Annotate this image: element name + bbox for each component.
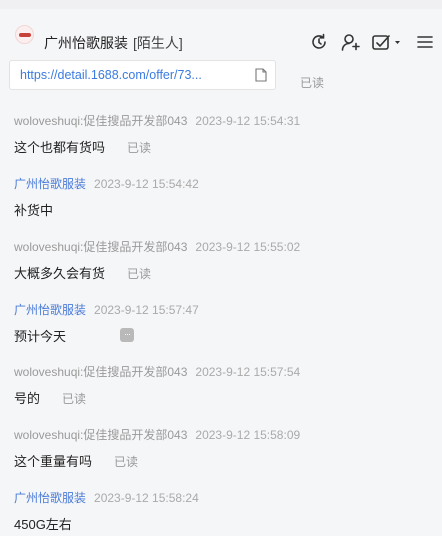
message-text: 450G左右 xyxy=(14,514,72,533)
more-options-badge[interactable]: ··· xyxy=(120,328,134,342)
message-time: 2023-9-12 15:58:09 xyxy=(195,428,301,442)
message-text: 号的 已读 xyxy=(14,388,86,407)
message-content: 大概多久会有货 xyxy=(14,266,106,281)
message-time: 2023-9-12 15:57:47 xyxy=(94,303,199,317)
message-time: 2023-9-12 15:54:42 xyxy=(94,177,199,191)
contact-name[interactable]: 广州怡歌服装 xyxy=(44,35,128,51)
message-content: 补货中 xyxy=(14,203,54,218)
link-read-status: 已读 xyxy=(300,76,325,90)
read-status: 已读 xyxy=(114,455,139,469)
message-sender[interactable]: woloveshuqi:促佳搜品开发部043 xyxy=(14,428,187,442)
refresh-icon[interactable] xyxy=(309,32,329,52)
message-time: 2023-9-12 15:57:54 xyxy=(195,365,301,379)
task-check-icon[interactable] xyxy=(371,32,403,52)
message-content: 这个重量有吗 xyxy=(14,454,93,469)
chat-header: 广州怡歌服装 [陌生人] xyxy=(0,9,442,58)
message-time: 2023-9-12 15:58:24 xyxy=(94,491,199,505)
message-content: 预计今天 xyxy=(14,329,67,344)
message-sender[interactable]: 广州怡歌服装 xyxy=(14,303,86,317)
message-sender[interactable]: woloveshuqi:促佳搜品开发部043 xyxy=(14,365,187,379)
window-top-strip xyxy=(0,0,442,9)
message-sender[interactable]: 广州怡歌服装 xyxy=(14,177,86,191)
message-text: 大概多久会有货 已读 xyxy=(14,263,151,282)
message-time: 2023-9-12 15:55:02 xyxy=(195,240,301,254)
message-meta: woloveshuqi:促佳搜品开发部043 2023-9-12 15:55:02 xyxy=(14,238,300,255)
chat-title: 广州怡歌服装 [陌生人] xyxy=(44,33,183,53)
message-content: 号的 xyxy=(14,391,41,406)
read-status: 已读 xyxy=(127,267,152,281)
message-text: 这个重量有吗 已读 xyxy=(14,451,138,470)
message-meta: 广州怡歌服装 2023-9-12 15:58:24 xyxy=(14,489,199,506)
message-meta: woloveshuqi:促佳搜品开发部043 2023-9-12 15:58:09 xyxy=(14,426,300,443)
offer-link-card[interactable]: https://detail.1688.com/offer/73... xyxy=(9,60,276,90)
read-status: 已读 xyxy=(62,392,87,406)
message-sender[interactable]: woloveshuqi:促佳搜品开发部043 xyxy=(14,114,187,128)
message-meta: woloveshuqi:促佳搜品开发部043 2023-9-12 15:57:54 xyxy=(14,363,300,380)
contact-tag: [陌生人] xyxy=(133,35,183,51)
message-meta: woloveshuqi:促佳搜品开发部043 2023-9-12 15:54:31 xyxy=(14,112,300,129)
message-content: 450G左右 xyxy=(14,517,72,532)
document-icon xyxy=(255,68,267,82)
message-meta: 广州怡歌服装 2023-9-12 15:54:42 xyxy=(14,175,199,192)
menu-icon[interactable] xyxy=(415,32,435,52)
message-text: 补货中 xyxy=(14,200,53,219)
read-status: 已读 xyxy=(127,141,152,155)
message-text: 这个也都有货吗 已读 xyxy=(14,137,151,156)
message-sender[interactable]: woloveshuqi:促佳搜品开发部043 xyxy=(14,240,187,254)
user-icon[interactable] xyxy=(340,32,360,52)
message-content: 这个也都有货吗 xyxy=(14,140,106,155)
message-meta: 广州怡歌服装 2023-9-12 15:57:47 xyxy=(14,301,199,318)
message-time: 2023-9-12 15:54:31 xyxy=(195,114,301,128)
offer-link[interactable]: https://detail.1688.com/offer/73... xyxy=(20,68,202,82)
message-text: 预计今天 xyxy=(14,326,66,345)
shop-avatar[interactable] xyxy=(15,25,34,44)
message-sender[interactable]: 广州怡歌服装 xyxy=(14,491,86,505)
